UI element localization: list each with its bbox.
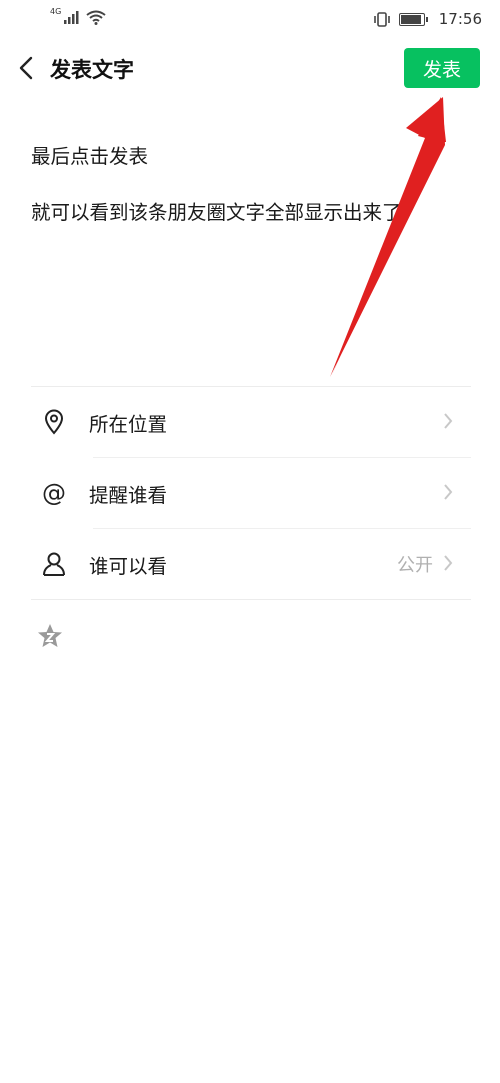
who-can-see-value: 公开	[397, 555, 433, 576]
location-pin-icon	[41, 409, 67, 435]
status-left: 4G	[50, 7, 106, 25]
star-remind-button[interactable]	[36, 622, 64, 654]
star-icon	[38, 624, 62, 647]
at-sign-icon: @	[42, 479, 66, 507]
chevron-right-icon	[444, 484, 453, 500]
page-title: 发表文字	[50, 58, 134, 82]
post-text-input[interactable]: 最后点击发表 就可以看到该条朋友圈文字全部显示出来了	[31, 140, 471, 225]
location-row[interactable]: 所在位置	[31, 387, 471, 457]
network-type-label: 4G	[50, 7, 62, 16]
remind-who-row[interactable]: @ 提醒谁看	[31, 458, 471, 528]
options-list: 所在位置 @ 提醒谁看 谁可以看 公开	[31, 386, 471, 600]
post-text-line-1: 最后点击发表	[31, 145, 149, 168]
wifi-icon	[86, 10, 106, 25]
remind-who-label: 提醒谁看	[89, 483, 168, 507]
status-bar: 4G 17:56	[0, 0, 500, 38]
status-right: 17:56	[373, 10, 482, 28]
post-text-line-2-wrapper: 就可以看到该条朋友圈文字全部显示出来了	[31, 196, 471, 225]
post-text-line-2: 就可以看到该条朋友圈文字全部显示出来了	[31, 201, 402, 224]
back-button[interactable]	[8, 50, 44, 86]
chevron-right-icon	[444, 555, 453, 571]
location-label: 所在位置	[89, 412, 168, 436]
nav-bar: 发表文字 发表	[0, 45, 500, 91]
publish-button[interactable]: 发表	[404, 48, 480, 88]
who-can-see-row[interactable]: 谁可以看 公开	[31, 529, 471, 599]
divider	[31, 599, 471, 600]
chevron-left-icon	[19, 56, 33, 80]
signal-icon	[64, 11, 79, 24]
who-can-see-label: 谁可以看	[89, 554, 168, 578]
vibrate-icon	[373, 11, 390, 27]
text-cursor	[403, 198, 406, 223]
person-icon	[41, 551, 67, 577]
status-time: 17:56	[438, 10, 482, 28]
battery-icon	[398, 12, 428, 26]
chevron-right-icon	[444, 413, 453, 429]
